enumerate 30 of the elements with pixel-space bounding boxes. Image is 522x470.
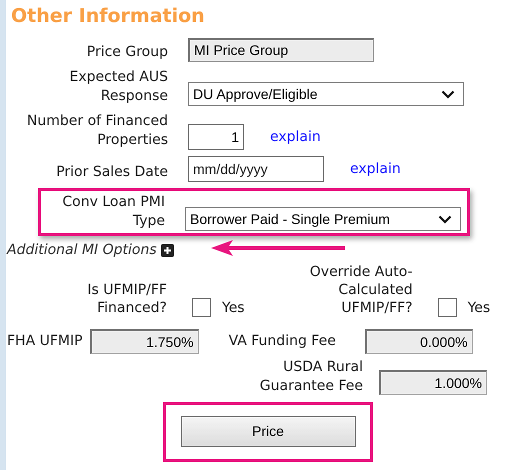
date-field[interactable]: mm/dd/yyyy <box>188 156 324 182</box>
field-label: Price Group <box>86 43 168 62</box>
number-field[interactable]: 1 <box>188 124 244 150</box>
checkbox-option: Yes <box>468 299 490 317</box>
checkbox-label: Is UFMIP/FF Financed? <box>86 281 167 317</box>
field-label: Conv Loan PMI Type <box>61 193 165 231</box>
checkbox[interactable] <box>192 298 211 317</box>
chevron-down-icon <box>438 214 452 224</box>
fee-field[interactable]: 1.750% <box>90 329 199 354</box>
section-title: Other Information <box>11 4 206 28</box>
expand-icon[interactable] <box>160 244 174 257</box>
additional-options-label[interactable]: Additional MI Options <box>7 240 157 261</box>
price-group-field[interactable]: MI Price Group <box>188 38 374 62</box>
checkbox-label: Override Auto-Calculated UFMIP/FF? <box>308 263 413 317</box>
fee-field[interactable]: 1.000% <box>379 370 487 395</box>
fee-label: USDA Rural Guarantee Fee <box>258 358 363 396</box>
price-button[interactable]: Price <box>180 416 356 447</box>
explain-link[interactable]: explain <box>270 127 321 148</box>
field-label: Prior Sales Date <box>55 163 168 182</box>
field-label: Number of Financed Properties <box>26 112 168 150</box>
fee-label: VA Funding Fee <box>228 332 337 351</box>
field-label: Expected AUS Response <box>68 68 168 106</box>
chevron-down-icon <box>441 90 455 98</box>
fee-label: FHA UFMIP <box>7 332 83 351</box>
dropdown[interactable]: Borrower Paid - Single Premium <box>185 207 461 231</box>
fee-field[interactable]: 0.000% <box>364 329 473 354</box>
dropdown[interactable]: DU Approve/Eligible <box>188 82 464 106</box>
checkbox-option: Yes <box>222 299 245 317</box>
explain-link[interactable]: explain <box>350 159 401 180</box>
checkbox[interactable] <box>438 298 457 317</box>
